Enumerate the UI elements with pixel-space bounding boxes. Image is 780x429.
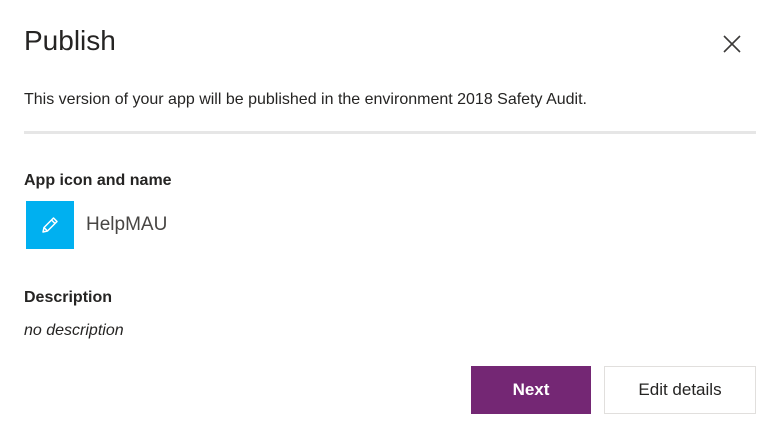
description-value: no description <box>24 322 124 339</box>
close-icon <box>723 35 741 53</box>
app-row: HelpMAU <box>26 201 167 249</box>
dialog-subtitle: This version of your app will be publish… <box>24 91 587 108</box>
dialog-title: Publish <box>24 25 116 56</box>
divider <box>24 131 756 134</box>
next-button[interactable]: Next <box>471 366 591 414</box>
app-icon-name-label: App icon and name <box>24 172 172 189</box>
publish-dialog: Publish This version of your app will be… <box>0 0 780 429</box>
edit-details-button[interactable]: Edit details <box>604 366 756 414</box>
close-button[interactable] <box>716 28 748 60</box>
app-icon[interactable] <box>26 201 74 249</box>
pencil-icon <box>42 217 58 233</box>
description-label: Description <box>24 289 113 306</box>
app-name: HelpMAU <box>86 214 168 235</box>
